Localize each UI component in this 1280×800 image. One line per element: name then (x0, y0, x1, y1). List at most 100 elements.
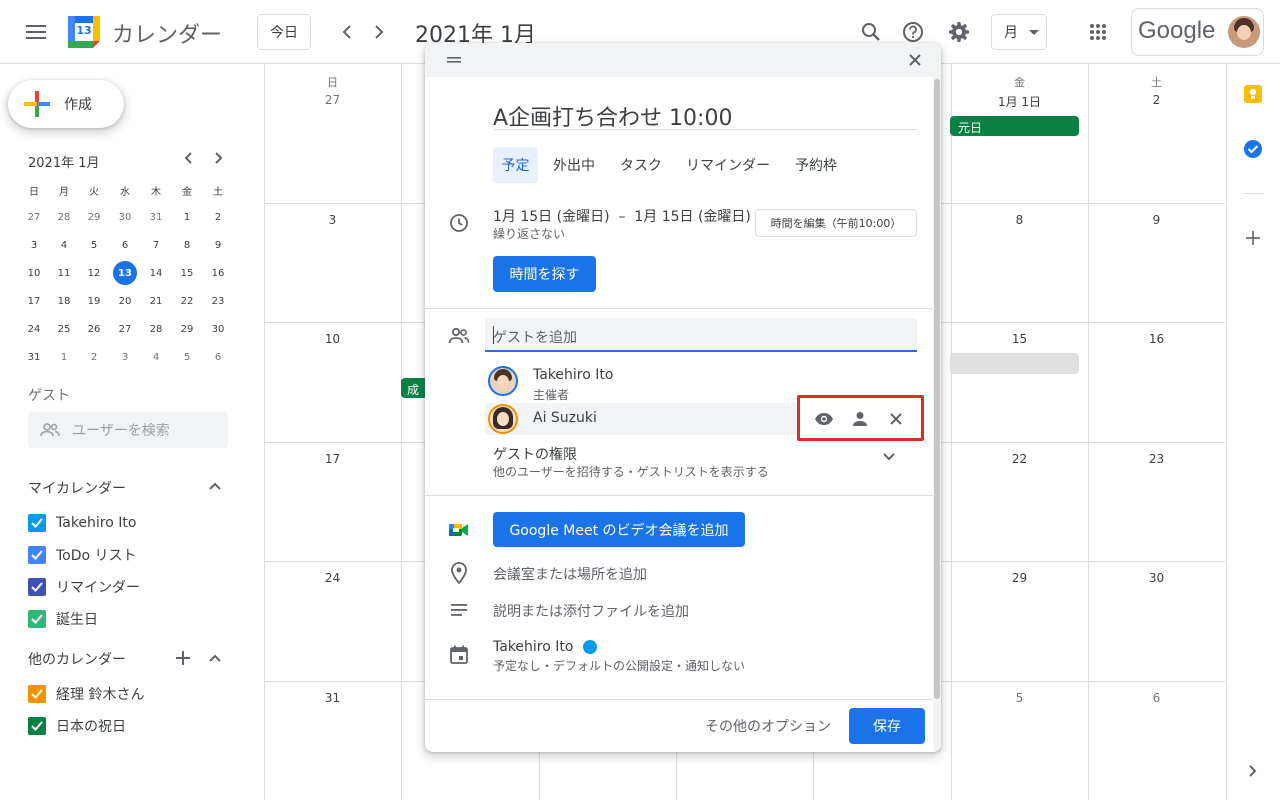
day-number[interactable]: 2 (1088, 93, 1225, 107)
mini-day[interactable]: 5 (175, 345, 199, 369)
dialog-scrollbar-thumb[interactable] (934, 79, 940, 699)
description-input[interactable]: 説明または添付ファイルを追加 (493, 601, 689, 621)
mini-day-today[interactable]: 13 (113, 261, 137, 285)
location-input[interactable]: 会議室または場所を追加 (493, 564, 647, 584)
mini-day[interactable]: 2 (82, 345, 106, 369)
mini-day[interactable]: 17 (22, 289, 46, 313)
mini-day[interactable]: 22 (175, 289, 199, 313)
mini-day[interactable]: 24 (22, 317, 46, 341)
mini-day[interactable]: 3 (113, 345, 137, 369)
mini-day[interactable]: 31 (144, 205, 168, 229)
day-number[interactable]: 15 (951, 332, 1088, 346)
calendar-item[interactable]: 日本の祝日 (28, 715, 126, 737)
day-number[interactable]: 29 (951, 571, 1088, 585)
day-number[interactable]: 5 (951, 691, 1088, 705)
calendar-item[interactable]: 経理 鈴木さん (28, 683, 144, 705)
day-number[interactable]: 9 (1088, 213, 1225, 227)
day-number[interactable]: 17 (264, 452, 401, 466)
dialog-drag-bar[interactable] (425, 43, 941, 77)
view-select[interactable]: 月 (991, 14, 1047, 50)
calendar-item[interactable]: ToDo リスト (28, 544, 137, 566)
mini-day[interactable]: 6 (113, 233, 137, 257)
mini-day[interactable]: 27 (22, 205, 46, 229)
add-guest-input[interactable]: ゲストを追加 (485, 318, 917, 352)
keep-icon[interactable] (1233, 74, 1273, 114)
day-number[interactable]: 31 (264, 691, 401, 705)
checkbox-checked-icon[interactable] (28, 717, 46, 735)
mini-day[interactable]: 20 (113, 289, 137, 313)
close-dialog-icon[interactable] (895, 43, 935, 80)
guest-search-input[interactable]: ユーザーを検索 (28, 412, 228, 448)
main-menu-icon[interactable] (16, 12, 56, 52)
calendar-item[interactable]: 誕生日 (28, 608, 98, 630)
mini-day[interactable]: 26 (82, 317, 106, 341)
mini-day[interactable]: 30 (206, 317, 230, 341)
event-chip-holiday[interactable]: 元日 (950, 116, 1079, 136)
account-switcher[interactable]: Google (1131, 8, 1264, 56)
today-button[interactable]: 今日 (257, 14, 311, 50)
checkbox-checked-icon[interactable] (28, 578, 46, 596)
mini-day[interactable]: 18 (52, 289, 76, 313)
mini-day[interactable]: 21 (144, 289, 168, 313)
tasks-icon[interactable] (1233, 129, 1273, 169)
calendar-item[interactable]: リマインダー (28, 576, 140, 598)
mini-day[interactable]: 29 (82, 205, 106, 229)
mini-day[interactable]: 8 (175, 233, 199, 257)
mini-next-icon[interactable] (201, 140, 237, 176)
mini-day[interactable]: 28 (144, 317, 168, 341)
day-number[interactable]: 1月 1日 (951, 93, 1088, 110)
mini-day[interactable]: 31 (22, 345, 46, 369)
calendar-owner-select[interactable]: Takehiro Ito (493, 639, 598, 655)
mini-day[interactable]: 15 (175, 261, 199, 285)
add-meet-button[interactable]: Google Meet のビデオ会議を追加 (493, 512, 745, 547)
day-number[interactable]: 16 (1088, 332, 1225, 346)
expand-permissions-icon[interactable] (873, 441, 905, 473)
mini-day[interactable]: 9 (206, 233, 230, 257)
day-number[interactable]: 6 (1088, 691, 1225, 705)
date-range[interactable]: 1月 15日 (金曜日) – 1月 15日 (金曜日) (493, 206, 751, 226)
more-options-button[interactable]: その他のオプション (697, 708, 839, 744)
drag-handle-icon[interactable] (447, 57, 461, 63)
mini-day[interactable]: 14 (144, 261, 168, 285)
tab-reminder[interactable]: リマインダー (679, 147, 777, 183)
mini-day[interactable]: 1 (52, 345, 76, 369)
collapse-other-calendars-icon[interactable] (197, 640, 233, 676)
dialog-scrollbar-track[interactable] (933, 77, 941, 752)
mini-day[interactable]: 2 (206, 205, 230, 229)
event-draft-placeholder[interactable] (950, 353, 1079, 374)
eye-icon[interactable] (808, 403, 840, 435)
tab-event[interactable]: 予定 (493, 147, 538, 183)
tab-out-of-office[interactable]: 外出中 (546, 147, 602, 183)
next-month-icon[interactable] (359, 12, 399, 52)
expand-panel-icon[interactable] (1233, 751, 1273, 791)
mini-day[interactable]: 16 (206, 261, 230, 285)
person-icon[interactable] (844, 403, 876, 435)
repeat-setting[interactable]: 繰り返さない (493, 225, 565, 242)
mini-day[interactable]: 12 (82, 261, 106, 285)
edit-time-button[interactable]: 時間を編集（午前10:00） (755, 209, 917, 237)
create-button[interactable]: 作成 (8, 80, 124, 128)
day-number[interactable]: 10 (264, 332, 401, 346)
find-time-button[interactable]: 時間を探す (493, 256, 596, 292)
mini-day[interactable]: 29 (175, 317, 199, 341)
mini-day[interactable]: 23 (206, 289, 230, 313)
mini-day[interactable]: 5 (82, 233, 106, 257)
mini-day[interactable]: 3 (22, 233, 46, 257)
tab-task[interactable]: タスク (612, 147, 670, 183)
day-number[interactable]: 24 (264, 571, 401, 585)
calendar-item[interactable]: Takehiro Ito (28, 512, 136, 534)
mini-day[interactable]: 7 (144, 233, 168, 257)
mini-day[interactable]: 10 (22, 261, 46, 285)
guest-permissions-title[interactable]: ゲストの権限 (493, 444, 577, 464)
checkbox-checked-icon[interactable] (28, 514, 46, 532)
collapse-my-calendars-icon[interactable] (197, 468, 233, 504)
day-number[interactable]: 22 (951, 452, 1088, 466)
mini-day[interactable]: 1 (175, 205, 199, 229)
mini-day[interactable]: 6 (206, 345, 230, 369)
event-title-input[interactable]: A企画打ち合わせ 10:00 (493, 100, 917, 131)
apps-grid-icon[interactable] (1078, 12, 1118, 52)
add-other-calendar-icon[interactable] (165, 640, 201, 676)
mini-day[interactable]: 4 (144, 345, 168, 369)
mini-day[interactable]: 27 (113, 317, 137, 341)
checkbox-checked-icon[interactable] (28, 685, 46, 703)
